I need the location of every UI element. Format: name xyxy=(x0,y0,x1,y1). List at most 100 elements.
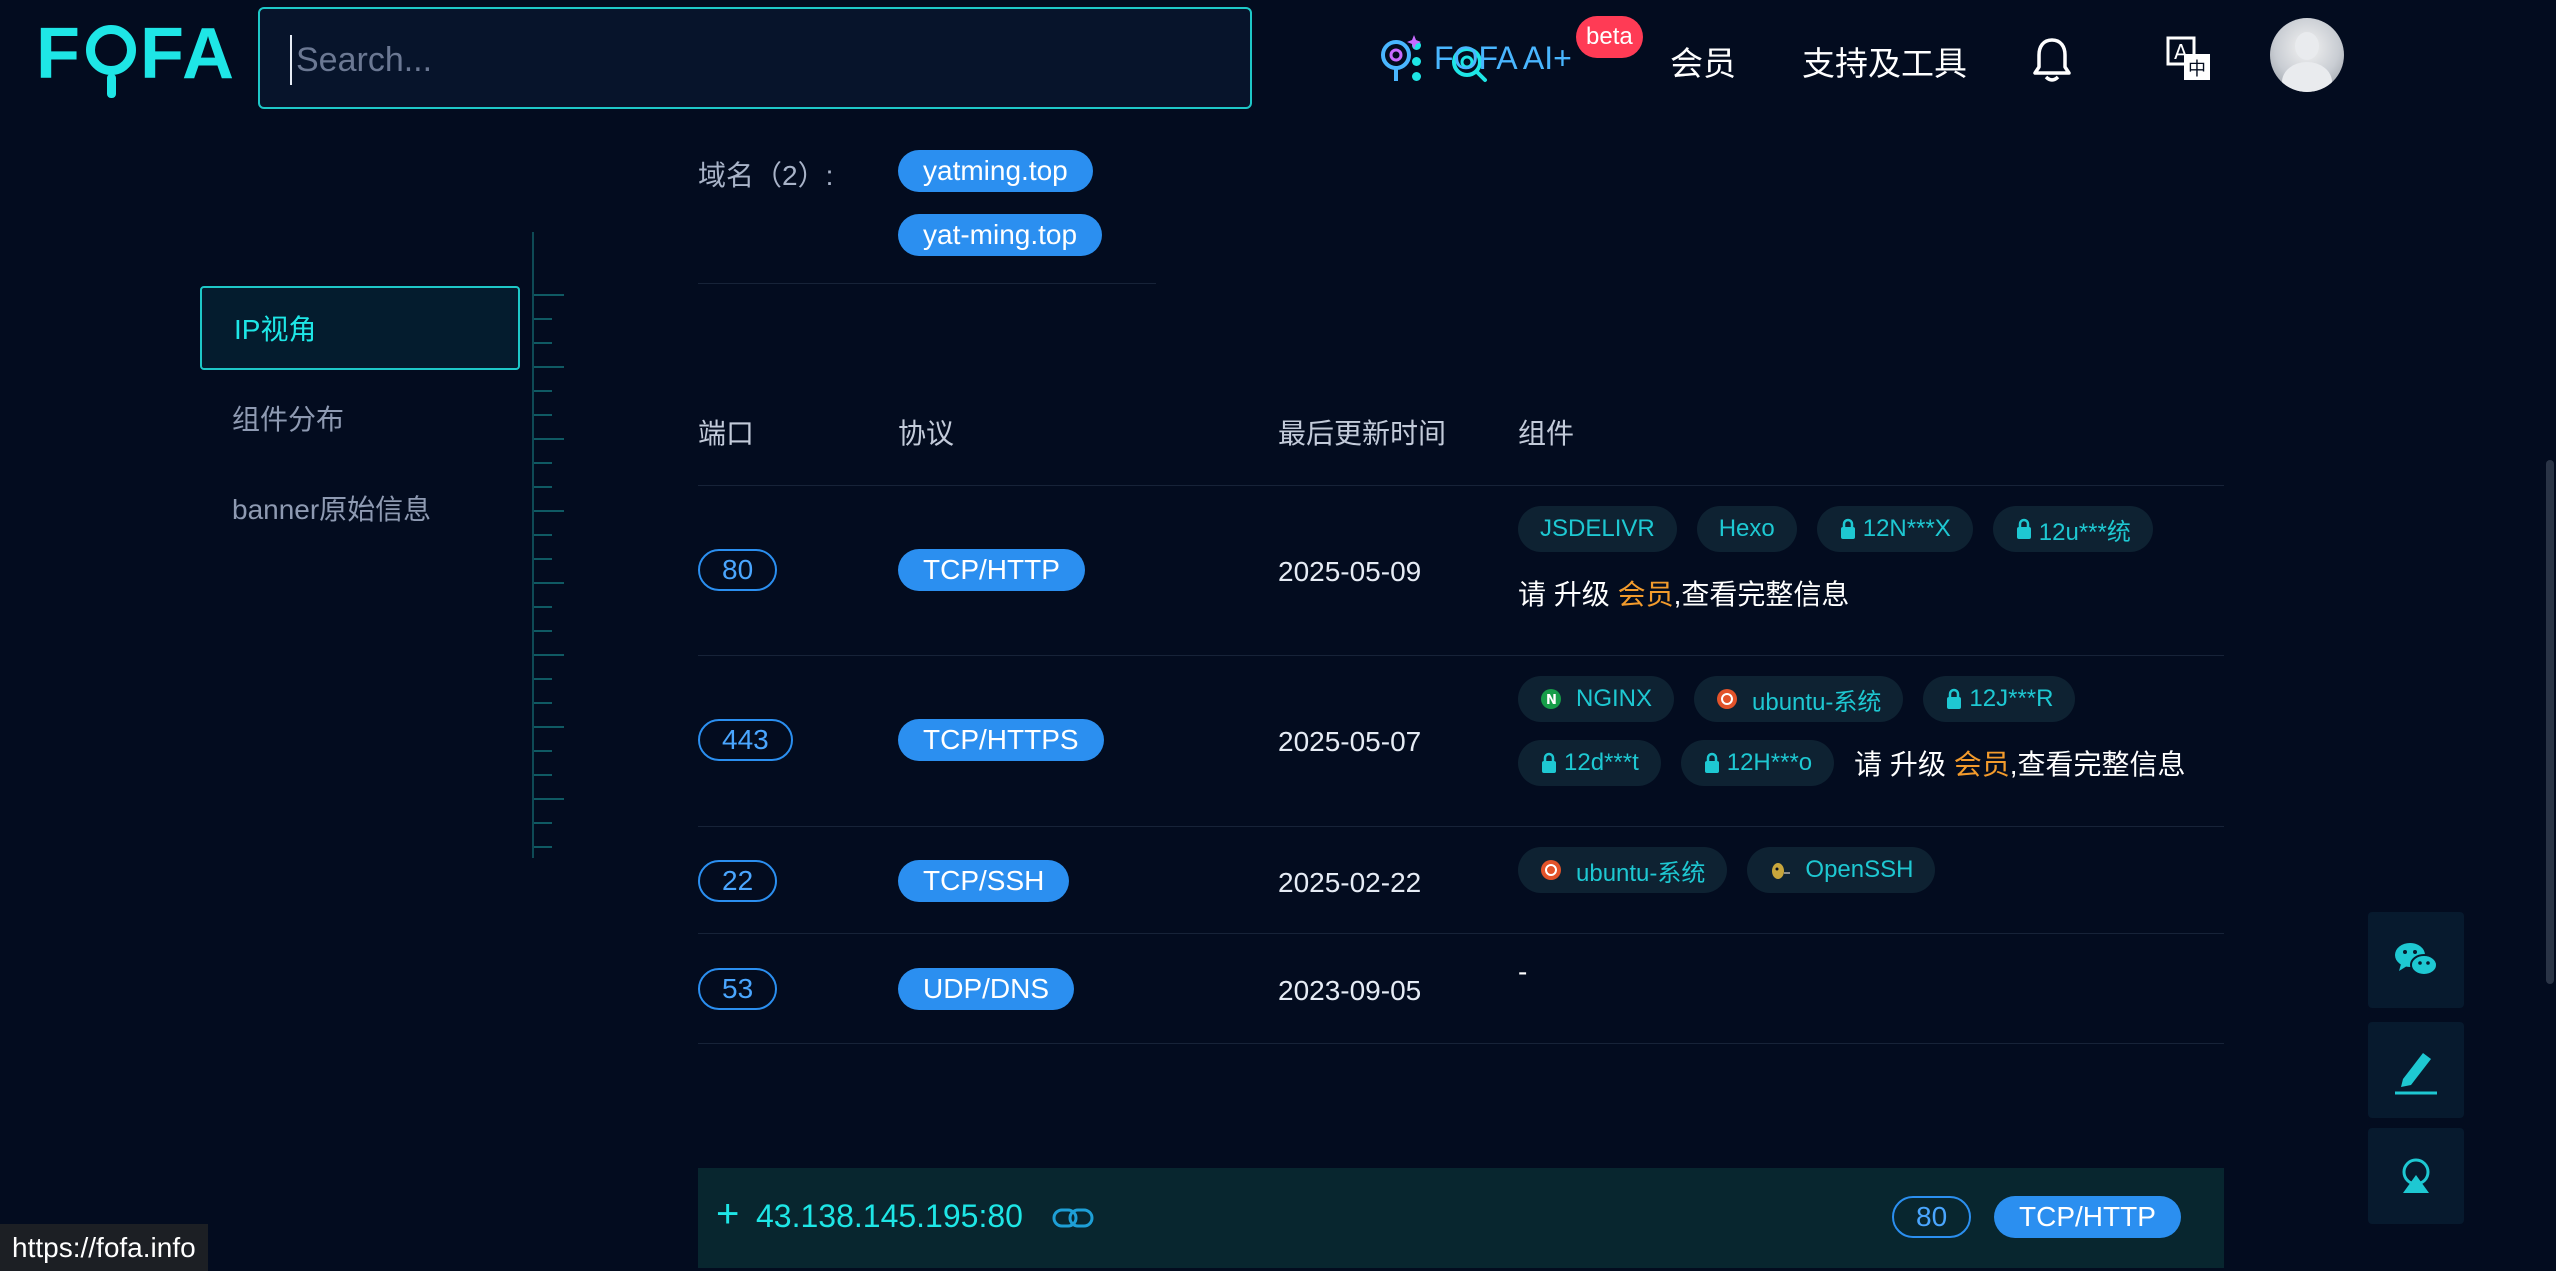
ruler-tick xyxy=(534,462,552,464)
wechat-icon xyxy=(2395,943,2438,976)
domain-label: 域名（2）: xyxy=(698,160,834,191)
protocol-tag[interactable]: TCP/HTTP xyxy=(1994,1196,2181,1238)
ruler-tick xyxy=(534,438,564,440)
table-header: 端口 协议 最后更新时间 组件 xyxy=(698,412,2224,486)
lock-icon xyxy=(1542,752,1556,773)
component-chip[interactable]: N NGINX xyxy=(1518,676,1675,722)
port-badge[interactable]: 22 xyxy=(698,860,778,902)
port-badge[interactable]: 80 xyxy=(1892,1196,1972,1238)
ruler-tick xyxy=(534,318,552,320)
ruler-tick xyxy=(534,342,552,344)
page-scrollbar[interactable] xyxy=(2546,460,2554,984)
ruler-tick xyxy=(534,798,564,800)
component-chip[interactable]: Hexo xyxy=(1696,506,1797,552)
ruler-tick xyxy=(534,582,564,584)
domain-tag[interactable]: yatming.top xyxy=(898,150,1093,192)
side-item-component-distribution[interactable]: 组件分布 xyxy=(200,376,520,460)
lock-icon xyxy=(1840,518,1855,539)
feedback-button[interactable] xyxy=(2368,1022,2464,1118)
upgrade-member-link[interactable]: 会员 xyxy=(1954,749,2010,780)
updated-time: 2025-05-09 xyxy=(1278,556,1422,587)
component-chip[interactable]: JSDELIVR xyxy=(1518,506,1677,552)
fofa-ai-link[interactable]: FOFA AI+ xyxy=(1378,30,1572,86)
locked-component-chip[interactable]: 12H***o xyxy=(1680,740,1835,786)
table-row: 53 UDP/DNS 2023-09-05 - xyxy=(698,934,2224,1044)
no-components: - xyxy=(1518,956,1528,987)
ruler-tick xyxy=(534,414,552,416)
locked-component-chip[interactable]: 12d***t xyxy=(1518,740,1661,786)
logo-letters-fa: FA xyxy=(139,14,236,94)
bell-icon[interactable] xyxy=(2030,36,2074,84)
locked-component-chip[interactable]: 12N***X xyxy=(1816,506,1973,552)
ruler-tick xyxy=(534,366,564,368)
component-chip[interactable]: ubuntu-系统 xyxy=(1518,847,1728,893)
ruler-tick xyxy=(534,630,552,632)
translate-icon[interactable]: A 中 xyxy=(2166,36,2212,82)
ubuntu-icon xyxy=(1717,689,1738,709)
ubuntu-icon xyxy=(1541,860,1561,880)
component-chip[interactable]: ubuntu-系统 xyxy=(1694,676,1904,722)
wechat-button[interactable] xyxy=(2368,912,2464,1008)
search-input[interactable] xyxy=(290,35,1090,85)
domain-tag[interactable]: yat-ming.top xyxy=(898,214,1103,256)
components-cell: N NGINX ubuntu-系统 12J***R 12d***t 12H***… xyxy=(1518,676,2218,804)
side-menu: IP视角 组件分布 banner原始信息 xyxy=(200,286,520,556)
ruler-tick xyxy=(534,294,564,296)
ruler-tick xyxy=(534,606,552,608)
status-bar-url: https://fofa.info xyxy=(0,1224,208,1271)
fofa-ai-label: FOFA AI+ xyxy=(1434,39,1572,76)
ruler-tick xyxy=(534,534,552,536)
ruler-tick xyxy=(534,486,552,488)
locked-component-chip[interactable]: 12J***R xyxy=(1923,676,2076,722)
lock-icon xyxy=(1704,752,1719,773)
nav-member[interactable]: 会员 xyxy=(1670,36,1736,86)
top-header: F FA FOFA AI+ beta 会员 支持及工具 A 中 xyxy=(0,0,2556,118)
link-icon[interactable] xyxy=(1052,1204,1094,1232)
protocol-tag[interactable]: TCP/HTTP xyxy=(898,549,1085,591)
side-item-banner-raw[interactable]: banner原始信息 xyxy=(200,466,520,550)
expand-plus-icon[interactable]: + xyxy=(716,1192,739,1237)
updated-time: 2025-05-07 xyxy=(1278,726,1422,757)
map-pin-button[interactable] xyxy=(2368,1128,2464,1224)
ruler-tick xyxy=(534,726,564,728)
lock-icon xyxy=(1947,688,1962,709)
protocol-tag[interactable]: TCP/SSH xyxy=(898,860,1070,902)
protocol-tag[interactable]: UDP/DNS xyxy=(898,968,1075,1010)
ruler-tick xyxy=(534,510,564,512)
logo-o-mark xyxy=(85,25,136,98)
header-components: 组件 xyxy=(1518,418,1575,449)
svg-text:N: N xyxy=(1546,693,1557,708)
port-badge[interactable]: 443 xyxy=(698,719,793,761)
header-port: 端口 xyxy=(698,418,755,449)
user-avatar[interactable] xyxy=(2270,18,2344,92)
ruler-tick xyxy=(534,654,564,656)
component-chip[interactable]: OpenSSH xyxy=(1747,847,1936,893)
upgrade-member-link[interactable]: 会员 xyxy=(1618,579,1674,610)
port-badge[interactable]: 80 xyxy=(698,549,778,591)
svg-text:中: 中 xyxy=(2188,59,2206,80)
ruler-tick xyxy=(534,390,552,392)
beta-badge: beta xyxy=(1576,16,1643,58)
ruler-tick xyxy=(534,702,552,704)
upgrade-notice: 请 升级 会员,查看完整信息 xyxy=(1518,579,1850,610)
ruler-tick xyxy=(534,822,552,824)
locked-component-chip[interactable]: 12u***统 xyxy=(1992,506,2153,552)
updated-time: 2023-09-05 xyxy=(1278,975,1422,1006)
components-cell: JSDELIVR Hexo 12N***X 12u***统 请 升级 会员,查看… xyxy=(1518,506,2218,634)
port-badge[interactable]: 53 xyxy=(698,968,778,1010)
updated-time: 2025-02-22 xyxy=(1278,867,1422,898)
side-item-ip-view[interactable]: IP视角 xyxy=(200,286,520,370)
host-bar[interactable]: + 43.138.145.195:80 80 TCP/HTTP xyxy=(698,1168,2224,1268)
search-box xyxy=(258,7,1487,109)
ruler-tick xyxy=(534,846,552,848)
nginx-icon: N xyxy=(1541,689,1561,709)
protocol-tag[interactable]: TCP/HTTPS xyxy=(898,719,1104,761)
host-address[interactable]: 43.138.145.195:80 xyxy=(756,1198,1023,1235)
pen-icon xyxy=(2395,1053,2437,1095)
ruler-tick xyxy=(534,678,552,680)
lock-icon xyxy=(2016,518,2031,539)
map-pin-icon xyxy=(2402,1158,2430,1193)
fofa-logo[interactable]: F FA xyxy=(36,14,236,98)
table-row: 80 TCP/HTTP 2025-05-09 JSDELIVR Hexo 12N… xyxy=(698,486,2224,656)
nav-support-tools[interactable]: 支持及工具 xyxy=(1802,36,1967,86)
